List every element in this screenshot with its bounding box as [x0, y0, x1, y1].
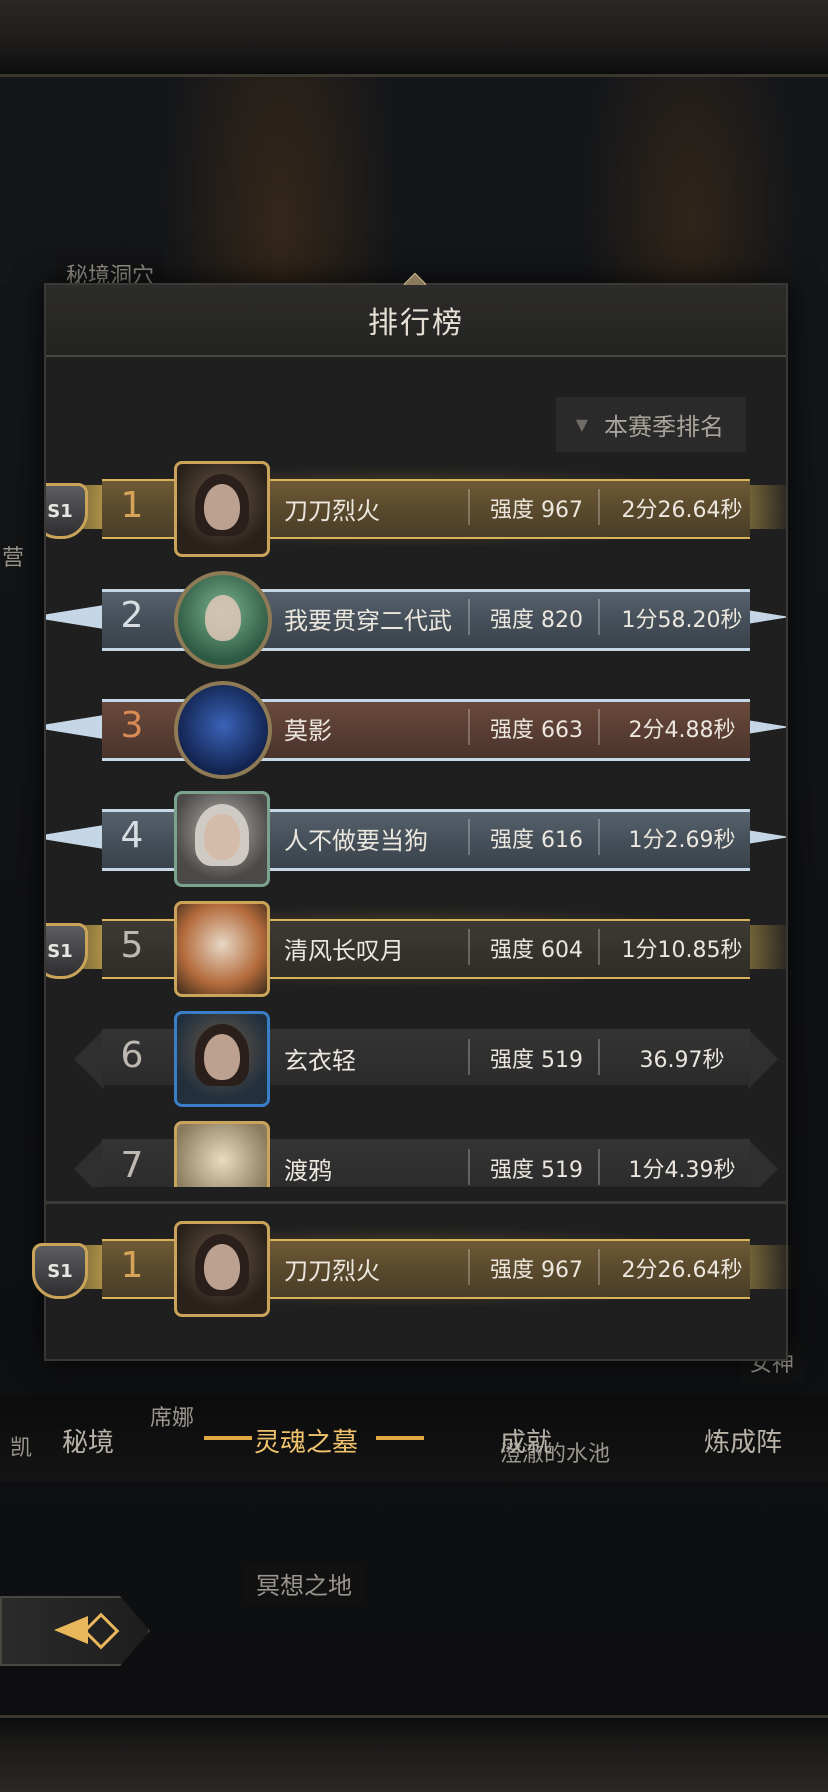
player-time: 2分26.64秒 — [621, 1258, 743, 1283]
player-name: 玄衣轻 — [284, 1047, 356, 1075]
player-time: 1分2.69秒 — [628, 828, 736, 853]
player-power: 强度 616 — [490, 828, 583, 853]
player-power: 强度 519 — [490, 1048, 583, 1073]
tab-achievement[interactable]: 成就 — [500, 1422, 552, 1459]
divider — [468, 599, 470, 635]
leaderboard-row[interactable]: S1 1 刀刀烈火 强度 967 2分26.64秒 — [46, 455, 786, 557]
divider — [468, 1039, 470, 1075]
map-label-meditation[interactable]: 冥想之地 — [246, 1562, 362, 1605]
leaderboard-row[interactable]: 7 渡鸦 强度 519 1分4.39秒 — [46, 1115, 786, 1187]
ice-spike-left — [46, 605, 104, 629]
rank-number: 7 — [120, 1145, 144, 1186]
rank-number: 1 — [120, 1245, 144, 1286]
divider — [598, 819, 600, 855]
divider — [598, 929, 600, 965]
leaderboard-row[interactable]: 4 人不做要当狗 强度 616 1分2.69秒 — [46, 785, 786, 887]
top-ornament-frame — [0, 0, 828, 77]
map-label-sina: 席娜 — [150, 1406, 195, 1431]
player-name: 刀刀烈火 — [284, 497, 380, 525]
player-name: 清风长叹月 — [284, 937, 404, 965]
player-name: 渡鸦 — [284, 1157, 332, 1185]
player-avatar[interactable] — [174, 901, 270, 997]
row-arrow-left — [74, 1029, 104, 1089]
player-name: 莫影 — [284, 717, 332, 745]
player-avatar[interactable] — [174, 1221, 270, 1317]
divider — [468, 819, 470, 855]
divider — [468, 1249, 470, 1285]
row-arrow-left — [74, 1139, 104, 1187]
season-badge-icon: S1 — [32, 1243, 88, 1299]
panel-header: 排行榜 — [46, 285, 786, 357]
player-power: 强度 967 — [490, 1258, 583, 1283]
bottom-ornament-frame — [0, 1715, 828, 1792]
leaderboard-list[interactable]: S1 1 刀刀烈火 强度 967 2分26.64秒 2 我要贯穿二代武 强度 8… — [46, 455, 786, 1187]
divider — [468, 709, 470, 745]
tab-secret-realm[interactable]: 秘境 — [62, 1422, 114, 1459]
player-time: 1分4.39秒 — [628, 1158, 736, 1183]
divider — [598, 599, 600, 635]
divider — [468, 929, 470, 965]
player-name: 刀刀烈火 — [284, 1257, 380, 1285]
player-time: 1分10.85秒 — [621, 938, 743, 963]
player-avatar[interactable] — [174, 681, 272, 779]
leaderboard-row[interactable]: 3 莫影 强度 663 2分4.88秒 — [46, 675, 786, 779]
panel-title: 排行榜 — [368, 306, 464, 341]
player-power: 强度 820 — [490, 608, 583, 633]
player-avatar[interactable] — [174, 791, 270, 887]
leaderboard-row[interactable]: S1 5 清风长叹月 强度 604 1分10.85秒 — [46, 895, 786, 997]
player-power: 强度 967 — [490, 498, 583, 523]
rank-number: 2 — [120, 595, 144, 636]
map-label-kai: 凯 — [10, 1436, 33, 1461]
player-time: 1分58.20秒 — [621, 608, 743, 633]
bottom-tab-bar: 凯 席娜 澄澈的水池 秘境 灵魂之墓 成就 炼成阵 — [0, 1396, 828, 1482]
dropdown-triangle-icon: ▼ — [575, 415, 588, 434]
player-time: 2分4.88秒 — [628, 718, 736, 743]
divider — [598, 1249, 600, 1285]
map-label-camp[interactable]: 营 — [0, 536, 27, 576]
player-name: 我要贯穿二代武 — [284, 607, 452, 635]
row-arrow-right — [748, 1029, 778, 1089]
player-time: 2分26.64秒 — [621, 498, 743, 523]
tab-soul-tomb[interactable]: 灵魂之墓 — [254, 1422, 358, 1459]
divider — [598, 489, 600, 525]
player-time: 36.97秒 — [639, 1048, 725, 1073]
divider — [598, 709, 600, 745]
player-power: 强度 604 — [490, 938, 583, 963]
active-tab-deco-left — [204, 1436, 252, 1440]
dropdown-label: 本赛季排名 — [604, 413, 724, 441]
player-power: 强度 663 — [490, 718, 583, 743]
rank-number: 1 — [120, 485, 144, 526]
divider — [468, 489, 470, 525]
divider — [598, 1039, 600, 1075]
back-button[interactable] — [0, 1596, 150, 1666]
player-name: 人不做要当狗 — [284, 827, 428, 855]
panel-divider — [46, 1201, 786, 1204]
active-tab-deco-right — [376, 1436, 424, 1440]
diamond-icon — [82, 1612, 120, 1650]
ice-spike-left — [46, 825, 104, 849]
rank-number: 4 — [120, 815, 144, 856]
player-power: 强度 519 — [490, 1158, 583, 1183]
ice-spike-left — [46, 715, 104, 739]
tab-alchemy-array[interactable]: 炼成阵 — [704, 1422, 782, 1459]
game-screen: 秘境洞穴 营 女神 排行榜 ▼ 本赛季排名 S1 1 刀刀烈火 强度 967 2… — [0, 0, 828, 1792]
player-avatar[interactable] — [174, 1011, 270, 1107]
player-avatar[interactable] — [174, 461, 270, 557]
rank-number: 5 — [120, 925, 144, 966]
my-rank-row[interactable]: S1 1 刀刀烈火 强度 967 2分26.64秒 — [2, 1215, 828, 1317]
rank-number: 6 — [120, 1035, 144, 1076]
leaderboard-panel: 排行榜 ▼ 本赛季排名 S1 1 刀刀烈火 强度 967 2分26.64秒 2 … — [24, 272, 794, 1361]
divider — [598, 1149, 600, 1185]
leaderboard-row[interactable]: 2 我要贯穿二代武 强度 820 1分58.20秒 — [46, 565, 786, 669]
rank-number: 3 — [120, 705, 144, 746]
divider — [468, 1149, 470, 1185]
leaderboard-row[interactable]: 6 玄衣轻 强度 519 36.97秒 — [46, 1005, 786, 1107]
season-ranking-dropdown[interactable]: ▼ 本赛季排名 — [555, 397, 746, 452]
player-avatar[interactable] — [174, 1121, 270, 1187]
row-arrow-right — [748, 1139, 778, 1187]
player-avatar[interactable] — [174, 571, 272, 669]
